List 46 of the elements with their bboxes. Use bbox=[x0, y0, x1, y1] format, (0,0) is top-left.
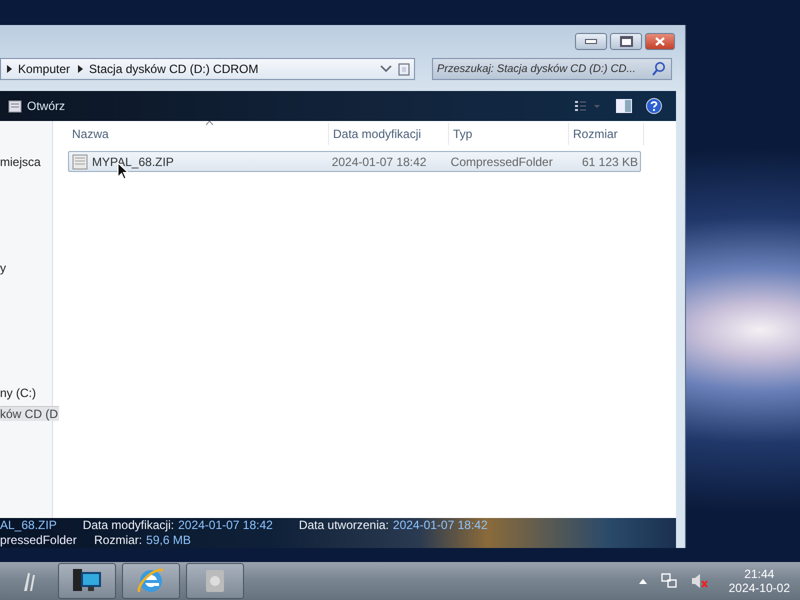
dropdown-icon[interactable] bbox=[380, 65, 392, 73]
maximize-button[interactable] bbox=[610, 33, 642, 50]
file-type: pressedFolder bbox=[0, 533, 77, 548]
chevron-up-icon[interactable] bbox=[638, 578, 647, 584]
details-value: 2024-01-07 18:42 bbox=[178, 518, 273, 533]
help-icon[interactable] bbox=[646, 98, 662, 114]
table-cell-text: 2024-01-07 18:42 bbox=[330, 154, 428, 168]
view-options-icon[interactable] bbox=[574, 100, 602, 112]
minimize-button[interactable] bbox=[575, 33, 607, 50]
taskbar-button[interactable] bbox=[58, 563, 116, 599]
close-icon bbox=[655, 37, 665, 46]
file-name: MYPAL_68.ZIP bbox=[92, 154, 174, 168]
details-label: Data modyfikacji: bbox=[82, 518, 174, 533]
zip-file-icon[interactable] bbox=[72, 154, 88, 170]
file-row[interactable]: MYPAL_68.ZIP 2024-01-07 18:42 CompressedFolder 61 123 KB bbox=[68, 151, 641, 172]
address-bar[interactable]: Komputer Stacja dysków CD (D:) CDROM bbox=[0, 58, 415, 80]
details-label: Data utworzenia: bbox=[298, 518, 389, 533]
clock-date[interactable]: 2024-10-02 bbox=[728, 581, 790, 595]
search-icon[interactable] bbox=[651, 61, 667, 77]
sidebar-item[interactable]: ków CD (D bbox=[0, 406, 60, 421]
speaker-muted-icon[interactable] bbox=[690, 573, 709, 589]
breadcrumb-item[interactable]: Komputer bbox=[18, 62, 70, 76]
column-header[interactable]: Typ bbox=[449, 123, 569, 145]
details-label: Rozmiar: bbox=[94, 533, 142, 548]
sidebar-item[interactable]: miejsca bbox=[0, 155, 42, 169]
table-cell-text: CompressedFolder bbox=[450, 154, 554, 168]
document-icon bbox=[8, 99, 22, 113]
breadcrumb-item[interactable]: Stacja dysków CD (D:) CDROM bbox=[89, 62, 258, 76]
sidebar-item[interactable]: ny (C:) bbox=[0, 386, 37, 400]
close-button[interactable] bbox=[645, 33, 675, 50]
chevron-right-icon[interactable] bbox=[78, 65, 84, 73]
table-cell-text: 61 123 KB bbox=[580, 154, 640, 168]
file-name: AL_68.ZIP bbox=[0, 518, 57, 533]
refresh-icon[interactable] bbox=[398, 62, 410, 76]
column-header[interactable]: Rozmiar bbox=[569, 123, 644, 145]
column-header[interactable]: Nazwa bbox=[68, 123, 329, 145]
details-value: 2024-01-07 18:42 bbox=[392, 518, 488, 533]
taskbar-button[interactable] bbox=[186, 563, 244, 599]
taskbar-button[interactable] bbox=[122, 563, 180, 599]
details-value: 59,6 MB bbox=[146, 533, 191, 548]
chevron-right-icon[interactable] bbox=[7, 65, 12, 73]
search-field[interactable]: Przeszukaj: Stacja dysków CD (D:) CD... bbox=[432, 58, 672, 80]
column-header[interactable]: Data modyfikacji bbox=[329, 123, 449, 145]
open-button[interactable]: Otwórz bbox=[8, 99, 66, 113]
sidebar-item[interactable]: y bbox=[0, 261, 7, 275]
network-icon[interactable] bbox=[660, 573, 677, 589]
